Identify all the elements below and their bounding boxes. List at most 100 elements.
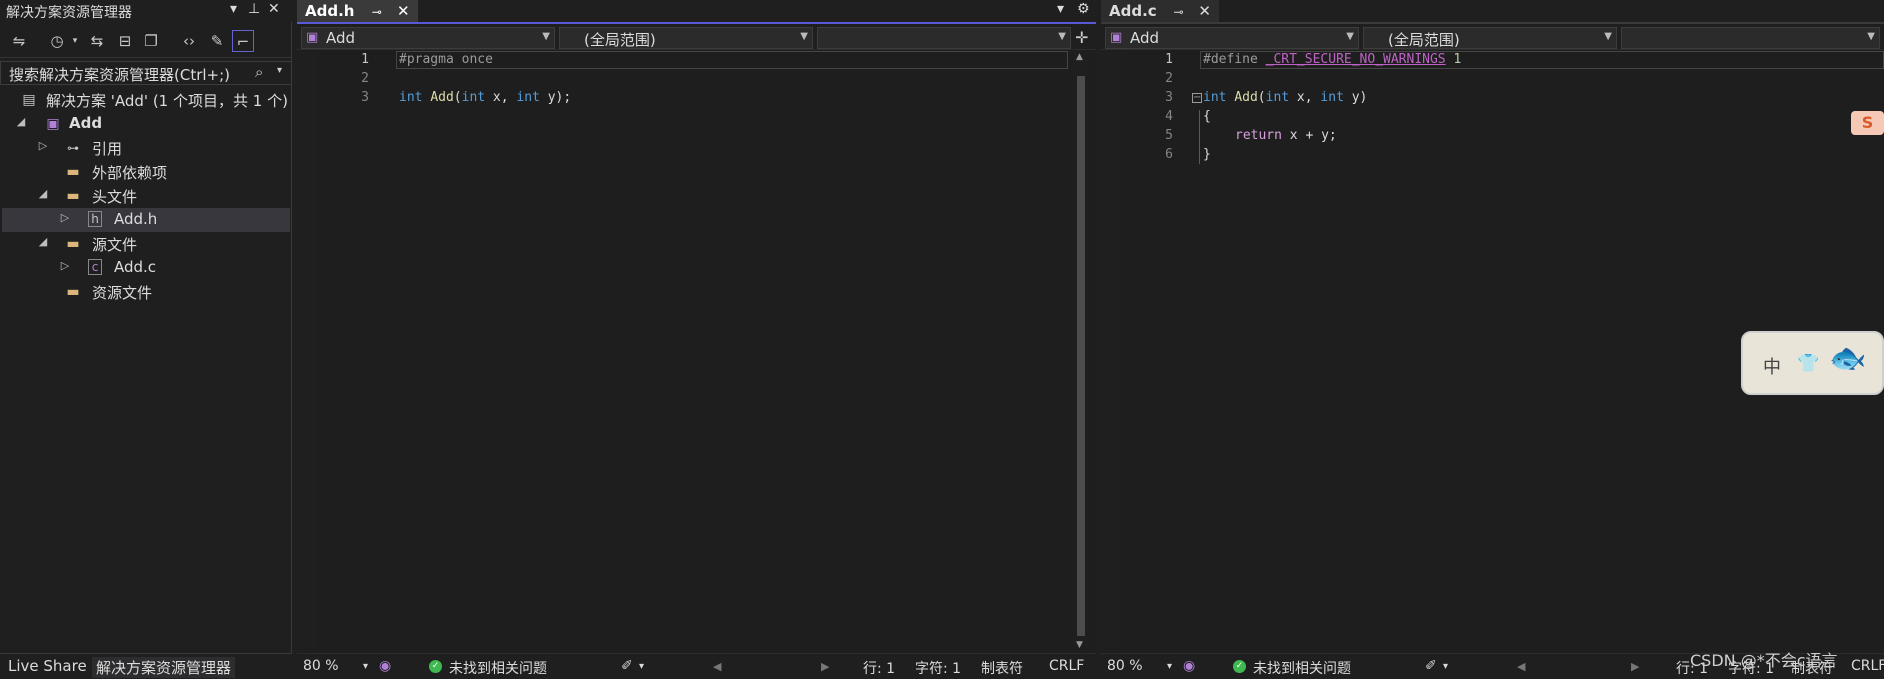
collapsed-arrow-icon[interactable]: ▷ (58, 259, 72, 272)
tab-solution-explorer[interactable]: 解决方案资源管理器 (92, 657, 236, 678)
tree-add-h-node[interactable]: ▷ h Add.h (2, 208, 290, 232)
current-line-highlight (396, 51, 1068, 69)
s-logo-badge[interactable]: S (1851, 111, 1884, 135)
scope-combo[interactable]: (全局范围) ▼ (1363, 27, 1617, 49)
line-number: 2 (361, 71, 369, 86)
line-ending[interactable]: CRLF (1851, 658, 1884, 674)
project-combo-value: Add (1130, 29, 1160, 47)
issues-status[interactable]: 未找到相关问题 (449, 658, 547, 678)
sync-icon[interactable]: ⇆ (86, 30, 108, 52)
scroll-down-icon[interactable]: ▼ (1076, 640, 1083, 650)
expanded-arrow-icon[interactable]: ◢ (36, 235, 50, 248)
scope-combo-value: (全局范围) (584, 31, 656, 49)
collapse-all-icon[interactable]: ⊟ (114, 30, 136, 52)
properties-wrench-icon[interactable]: ✎ (206, 30, 228, 52)
tree-project-node[interactable]: ◢ ▣ Add (2, 112, 290, 136)
tree-add-c-node[interactable]: ▷ c Add.c (2, 256, 290, 280)
tree-source-files-node[interactable]: ◢ ▬ 源文件 (2, 232, 290, 256)
scroll-left-icon[interactable]: ◀ (713, 660, 721, 673)
cleanup-dropdown-icon[interactable]: ▾ (1443, 661, 1448, 672)
scroll-right-icon[interactable]: ▶ (1631, 660, 1639, 673)
pin-tab-icon[interactable]: ⊸ (1173, 5, 1183, 19)
member-combo[interactable]: ▼ (1621, 27, 1880, 49)
code-line-6[interactable]: } (1203, 147, 1211, 162)
c-file-icon: c (88, 259, 102, 275)
zoom-level[interactable]: 80 % (1107, 658, 1143, 674)
project-combo[interactable]: ▣ Add ▼ (1105, 27, 1359, 49)
pin-tab-icon[interactable]: ⊸ (372, 5, 382, 19)
tree-header-files-node[interactable]: ◢ ▬ 头文件 (2, 184, 290, 208)
view-code-icon[interactable]: ‹› (178, 30, 200, 52)
scope-combo[interactable]: (全局范围) ▼ (559, 27, 813, 49)
tab-add-h[interactable]: Add.h ⊸ ✕ (297, 0, 418, 22)
solution-search-input[interactable]: 搜索解决方案资源管理器(Ctrl+;) ⌕ ▾ (0, 61, 292, 85)
line-number: 3 (361, 90, 369, 105)
preview-selected-icon[interactable]: ⌐ (232, 30, 254, 52)
zoom-level[interactable]: 80 % (303, 658, 339, 674)
check-icon: ✓ (429, 660, 442, 673)
window-position-dropdown-icon[interactable]: ▾ (230, 1, 237, 17)
switch-views-icon[interactable]: ⇋ (8, 30, 30, 52)
project-combo[interactable]: ▣ Add ▼ (301, 27, 555, 49)
member-combo[interactable]: ▼ (817, 27, 1071, 49)
tab-live-share[interactable]: Live Share (4, 657, 91, 675)
close-tab-icon[interactable]: ✕ (397, 2, 410, 20)
collapsed-arrow-icon[interactable]: ▷ (58, 211, 72, 224)
char-indicator[interactable]: 字符: 1 (915, 658, 961, 678)
project-icon: ▣ (46, 116, 60, 132)
code-line-1[interactable]: #pragma once (399, 52, 493, 67)
expanded-arrow-icon[interactable]: ◢ (36, 187, 50, 200)
code-cleanup-brush-icon[interactable]: ✐ (1425, 658, 1437, 674)
collapsed-arrow-icon[interactable]: ▷ (36, 139, 50, 152)
tree-resource-files-node[interactable]: ▬ 资源文件 (2, 280, 290, 304)
punct: ( (453, 90, 462, 105)
copilot-icon[interactable]: ◉ (1183, 658, 1195, 674)
scope-combo-value: (全局范围) (1388, 31, 1460, 49)
ime-mode-label[interactable]: 中 (1763, 353, 1781, 379)
search-icon[interactable]: ⌕ (255, 63, 263, 81)
indent-mode[interactable]: 制表符 (981, 658, 1023, 678)
vertical-scrollbar[interactable]: ▲ ▼ (1073, 52, 1089, 652)
pin-icon[interactable]: ⊥ (248, 1, 260, 17)
collapse-outline-icon[interactable]: − (1192, 93, 1202, 103)
shirt-icon[interactable]: 👕 (1797, 353, 1819, 374)
scroll-right-icon[interactable]: ▶ (821, 660, 829, 673)
floating-ime-widget[interactable]: 中 👕 🐟 (1741, 331, 1884, 395)
filter-folder-icon: ▬ (66, 284, 80, 300)
scroll-up-icon[interactable]: ▲ (1076, 52, 1083, 62)
tree-references-node[interactable]: ▷ ⊶ 引用 (2, 136, 290, 160)
tree-label: 源文件 (92, 236, 138, 254)
code-line-3[interactable]: int Add(int x, int y); (399, 90, 571, 105)
zoom-dropdown-icon[interactable]: ▾ (1167, 661, 1172, 672)
copilot-icon[interactable]: ◉ (379, 658, 391, 674)
tree-label: 引用 (92, 140, 123, 158)
tree-label: 外部依赖项 (92, 164, 168, 182)
show-all-files-icon[interactable]: ❐ (140, 30, 162, 52)
line-ending[interactable]: CRLF (1049, 658, 1084, 674)
split-window-icon[interactable]: ✛ (1075, 28, 1088, 47)
code-line-5[interactable]: return x + y; (1235, 128, 1337, 143)
tab-list-dropdown-icon[interactable]: ▾ (1057, 1, 1064, 17)
cleanup-dropdown-icon[interactable]: ▾ (639, 661, 644, 672)
scroll-left-icon[interactable]: ◀ (1517, 660, 1525, 673)
solution-explorer-toolbar: ⇋ ◷ ▾ ⇆ ⊟ ❐ ‹› ✎ ⌐ (0, 24, 292, 58)
code-line-3[interactable]: int Add(int x, int y) (1203, 90, 1367, 105)
tab-add-c[interactable]: Add.c ⊸ ✕ (1101, 0, 1219, 22)
issues-status[interactable]: 未找到相关问题 (1253, 658, 1351, 678)
close-tab-icon[interactable]: ✕ (1198, 2, 1211, 20)
filter-folder-icon: ▬ (66, 188, 80, 204)
settings-gear-icon[interactable]: ⚙ (1077, 1, 1090, 17)
search-options-dropdown-icon[interactable]: ▾ (277, 65, 282, 76)
code-line-1[interactable]: #define _CRT_SECURE_NO_WARNINGS 1 (1203, 52, 1461, 67)
zoom-dropdown-icon[interactable]: ▾ (363, 661, 368, 672)
tree-solution-node[interactable]: ▤ 解决方案 'Add' (1 个项目，共 1 个) (2, 88, 290, 112)
tree-external-deps-node[interactable]: ▬ 外部依赖项 (2, 160, 290, 184)
close-icon[interactable]: ✕ (268, 1, 280, 17)
scrollbar-thumb[interactable] (1077, 76, 1085, 636)
line-indicator[interactable]: 行: 1 (863, 658, 895, 678)
expression: x + y; (1281, 128, 1337, 143)
code-line-4[interactable]: { (1203, 109, 1211, 124)
history-dropdown-icon[interactable]: ▾ (64, 30, 86, 52)
expanded-arrow-icon[interactable]: ◢ (14, 115, 28, 128)
code-cleanup-brush-icon[interactable]: ✐ (621, 658, 633, 674)
